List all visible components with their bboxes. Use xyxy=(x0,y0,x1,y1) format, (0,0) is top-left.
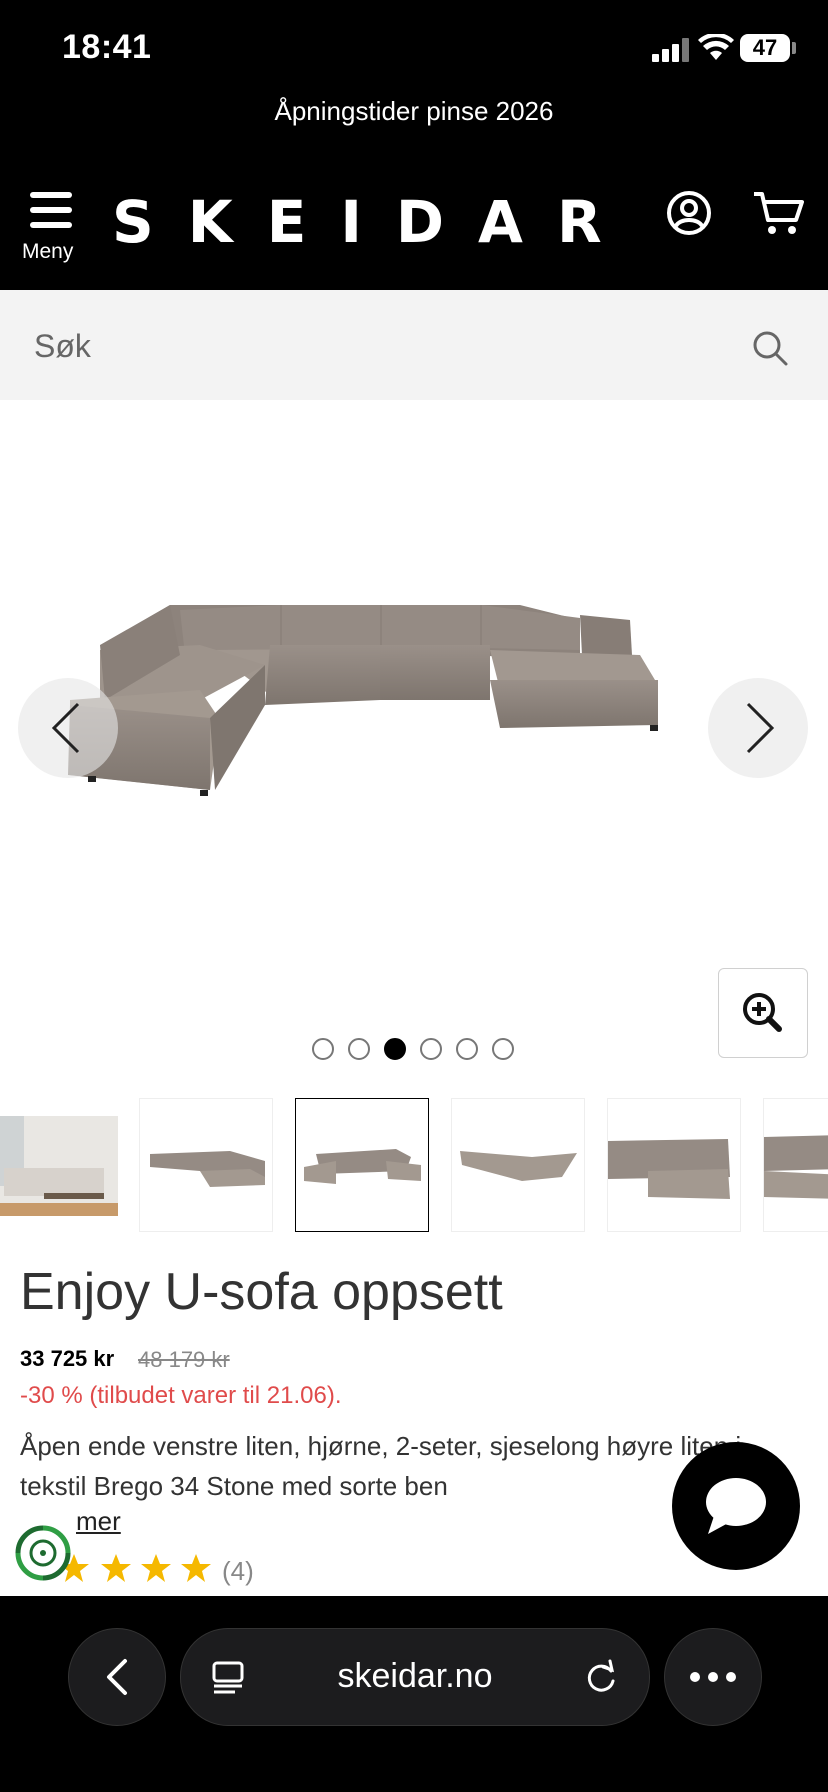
product-price: 33 725 kr xyxy=(20,1346,115,1371)
gallery-dot-active[interactable] xyxy=(384,1038,406,1060)
battery-icon: 47 xyxy=(740,34,790,62)
star-icon xyxy=(181,1554,211,1582)
chat-button[interactable] xyxy=(672,1442,800,1570)
thumbnail-room[interactable] xyxy=(0,1098,118,1232)
address-bar[interactable]: skeidar.no xyxy=(180,1628,650,1726)
battery-tip xyxy=(792,42,796,54)
banner-text[interactable]: Åpningstider pinse 2026 xyxy=(275,96,554,126)
product-description: Åpen ende venstre liten, hjørne, 2-seter… xyxy=(20,1431,742,1501)
thumbnail-sofa[interactable] xyxy=(607,1098,741,1232)
more-options-button[interactable] xyxy=(664,1628,762,1726)
search-bar xyxy=(0,290,828,400)
cart-icon[interactable] xyxy=(752,190,804,236)
thumbnail-sofa[interactable] xyxy=(763,1098,828,1232)
hamburger-icon xyxy=(30,190,72,230)
discount-text: -30 % (tilbudet varer til 21.06). xyxy=(20,1382,342,1409)
chevron-left-icon xyxy=(51,702,80,754)
read-more-link[interactable]: mer xyxy=(76,1506,121,1537)
search-icon[interactable] xyxy=(750,328,790,368)
status-time: 18:41 xyxy=(62,28,152,66)
eco-badge-icon[interactable] xyxy=(12,1522,74,1584)
menu-button[interactable]: Meny xyxy=(22,190,82,270)
status-bar: 18:41 47 xyxy=(0,0,828,100)
menu-label: Meny xyxy=(22,240,74,263)
site-header: Meny SKEIDAR xyxy=(0,160,828,290)
gallery-dot[interactable] xyxy=(312,1038,334,1060)
reload-icon[interactable] xyxy=(583,1657,619,1697)
zoom-in-icon xyxy=(743,993,782,1032)
url-text[interactable]: skeidar.no xyxy=(181,1657,649,1696)
gallery-dot[interactable] xyxy=(348,1038,370,1060)
star-icon xyxy=(101,1554,131,1582)
chevron-right-icon xyxy=(746,702,775,754)
account-icon[interactable] xyxy=(666,190,712,236)
thumbnail-sofa[interactable] xyxy=(451,1098,585,1232)
gallery-dot[interactable] xyxy=(456,1038,478,1060)
gallery-dot[interactable] xyxy=(492,1038,514,1060)
chat-bubble-icon xyxy=(706,1478,766,1534)
gallery-prev-button[interactable] xyxy=(18,678,118,778)
browser-toolbar: skeidar.no xyxy=(0,1596,828,1792)
review-count[interactable]: (4) xyxy=(222,1556,254,1587)
signal-icon xyxy=(652,38,690,62)
original-price: 48 179 kr xyxy=(138,1347,230,1372)
ellipsis-icon xyxy=(690,1672,736,1682)
browser-back-button[interactable] xyxy=(68,1628,166,1726)
product-image[interactable] xyxy=(60,600,760,830)
zoom-button[interactable] xyxy=(718,968,808,1058)
thumbnail-sofa[interactable] xyxy=(139,1098,273,1232)
gallery-dot[interactable] xyxy=(420,1038,442,1060)
product-gallery[interactable] xyxy=(0,400,828,1080)
skeidar-logo[interactable]: SKEIDAR xyxy=(112,188,636,256)
search-input[interactable] xyxy=(32,320,716,372)
product-title: Enjoy U-sofa oppsett xyxy=(20,1263,503,1321)
wifi-icon xyxy=(698,34,734,60)
thumbnail-strip xyxy=(0,1098,828,1234)
thumbnail-sofa-selected[interactable] xyxy=(295,1098,429,1232)
star-icon xyxy=(141,1554,171,1582)
chevron-left-icon xyxy=(107,1659,127,1695)
gallery-next-button[interactable] xyxy=(708,678,808,778)
opening-hours-banner[interactable]: Åpningstider pinse 2026 xyxy=(0,98,828,160)
